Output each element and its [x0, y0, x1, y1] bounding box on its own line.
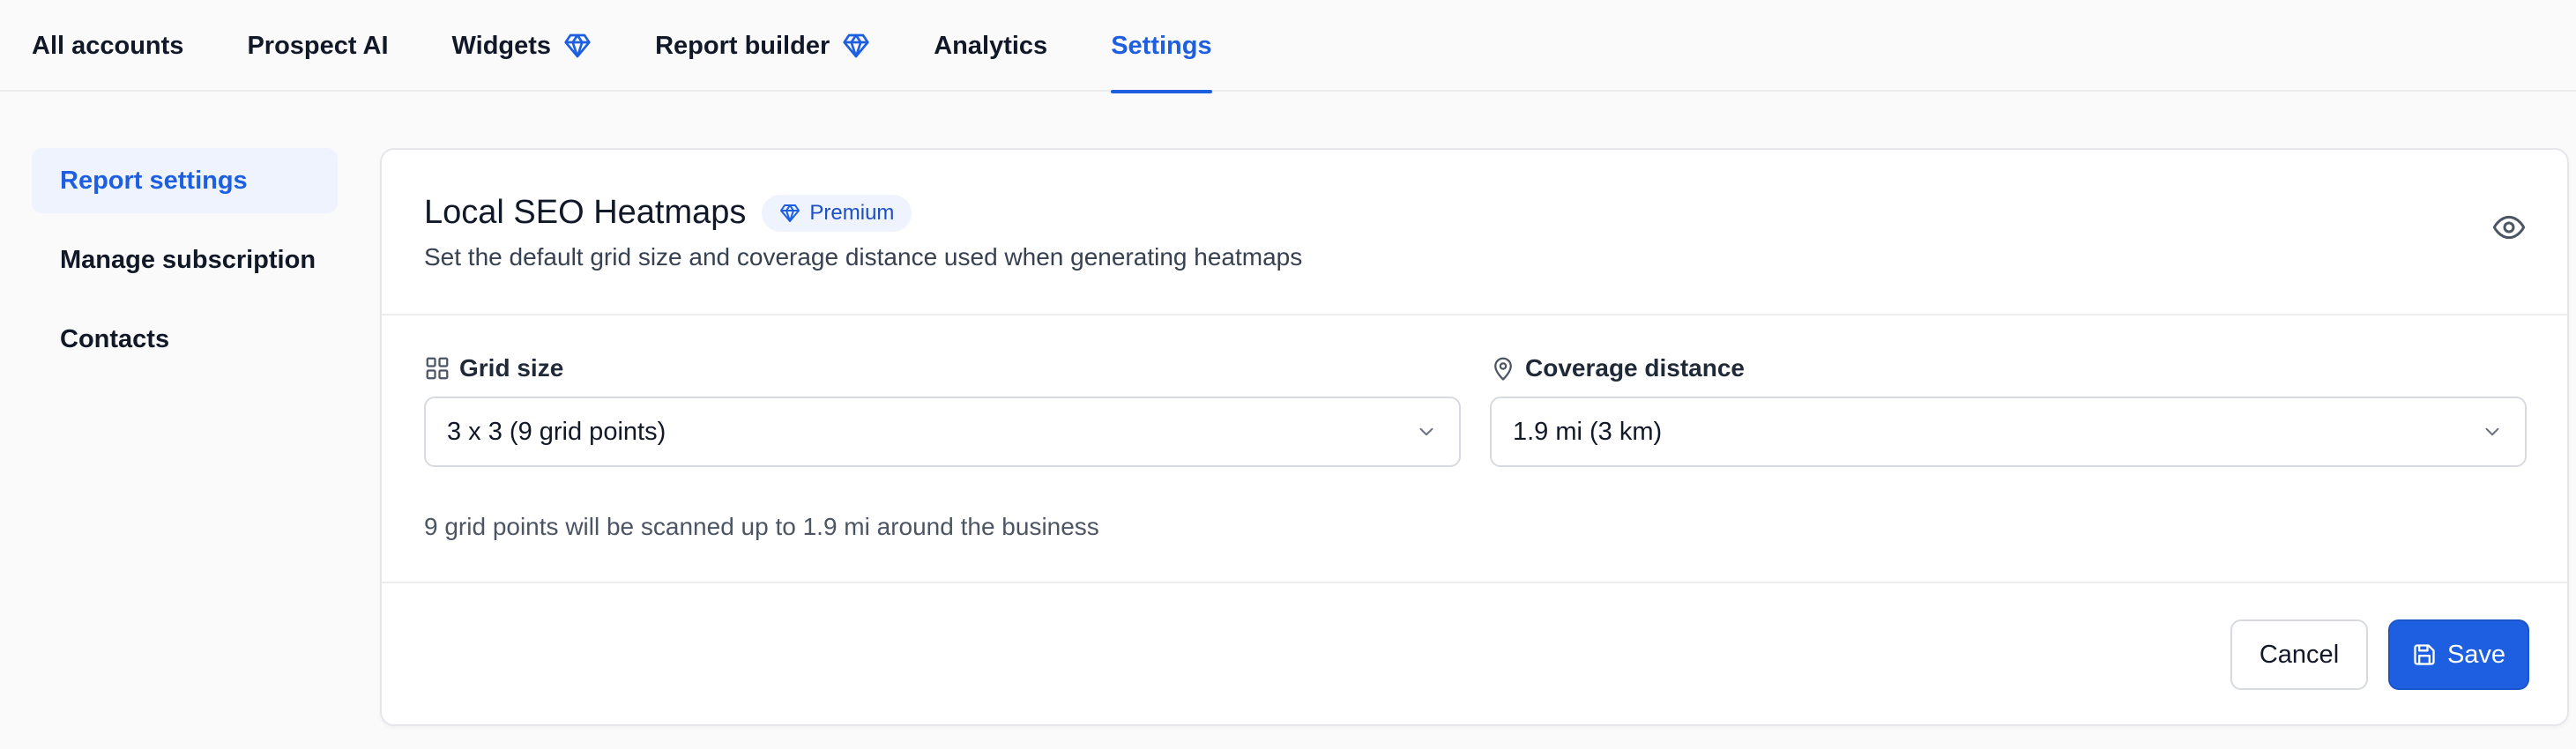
grid-size-field: Grid size 3 x 3 (9 grid points) — [424, 351, 1461, 467]
grid-size-value: 3 x 3 (9 grid points) — [447, 417, 666, 446]
sidebar-item-label: Report settings — [60, 166, 248, 195]
sidebar-item-contacts[interactable]: Contacts — [32, 307, 338, 372]
grid-size-select[interactable]: 3 x 3 (9 grid points) — [424, 397, 1461, 467]
card-header: Local SEO Heatmaps Premium Set the defau… — [382, 150, 2567, 315]
save-button[interactable]: Save — [2388, 619, 2529, 690]
tab-report-builder[interactable]: Report builder — [655, 0, 870, 92]
cancel-button-label: Cancel — [2259, 640, 2340, 669]
settings-sidebar: Report settings Manage subscription Cont… — [32, 148, 338, 386]
premium-badge-label: Premium — [809, 200, 895, 225]
tab-label: Report builder — [655, 31, 830, 60]
diamond-icon — [779, 203, 800, 224]
eye-icon — [2491, 210, 2527, 249]
scan-summary-text: 9 grid points will be scanned up to 1.9 … — [424, 513, 1099, 540]
diamond-icon — [842, 32, 870, 60]
preview-button[interactable] — [2490, 210, 2528, 248]
grid-size-label: Grid size — [459, 354, 564, 382]
tab-all-accounts[interactable]: All accounts — [32, 0, 183, 92]
coverage-distance-label-row: Coverage distance — [1490, 351, 2527, 386]
coverage-distance-select[interactable]: 1.9 mi (3 km) — [1490, 397, 2527, 467]
map-pin-icon — [1490, 355, 1516, 382]
title-row: Local SEO Heatmaps Premium — [424, 194, 912, 232]
tab-analytics[interactable]: Analytics — [934, 0, 1047, 92]
tab-label: Settings — [1111, 31, 1212, 60]
tab-prospect-ai[interactable]: Prospect AI — [247, 0, 388, 92]
grid-size-label-row: Grid size — [424, 351, 1461, 386]
save-button-label: Save — [2446, 640, 2506, 669]
sidebar-item-report-settings[interactable]: Report settings — [32, 148, 338, 213]
heatmap-settings-card: Local SEO Heatmaps Premium Set the defau… — [380, 148, 2569, 726]
diamond-icon — [563, 32, 592, 60]
sidebar-item-label: Manage subscription — [60, 245, 316, 274]
tab-label: Prospect AI — [247, 31, 389, 60]
tab-label: All accounts — [32, 31, 184, 60]
coverage-distance-label: Coverage distance — [1525, 354, 1745, 382]
coverage-distance-value: 1.9 mi (3 km) — [1513, 417, 1663, 446]
premium-badge: Premium — [762, 194, 912, 232]
chevron-down-icon — [1415, 420, 1438, 443]
top-nav: All accounts Prospect AI Widgets Report … — [0, 0, 2576, 93]
footer-divider — [382, 582, 2567, 583]
tab-label: Widgets — [451, 31, 552, 60]
chevron-down-icon — [2481, 420, 2504, 443]
card-title: Local SEO Heatmaps — [424, 194, 747, 231]
card-subtitle: Set the default grid size and coverage d… — [424, 243, 1303, 271]
tab-settings[interactable]: Settings — [1111, 0, 1213, 93]
cancel-button[interactable]: Cancel — [2230, 619, 2368, 690]
grid-icon — [424, 355, 450, 382]
save-icon — [2412, 642, 2437, 667]
sidebar-item-label: Contacts — [60, 324, 170, 353]
sidebar-item-manage-subscription[interactable]: Manage subscription — [32, 227, 338, 293]
coverage-distance-field: Coverage distance 1.9 mi (3 km) — [1490, 351, 2527, 467]
tab-widgets[interactable]: Widgets — [452, 0, 592, 92]
tab-label: Analytics — [934, 31, 1048, 60]
